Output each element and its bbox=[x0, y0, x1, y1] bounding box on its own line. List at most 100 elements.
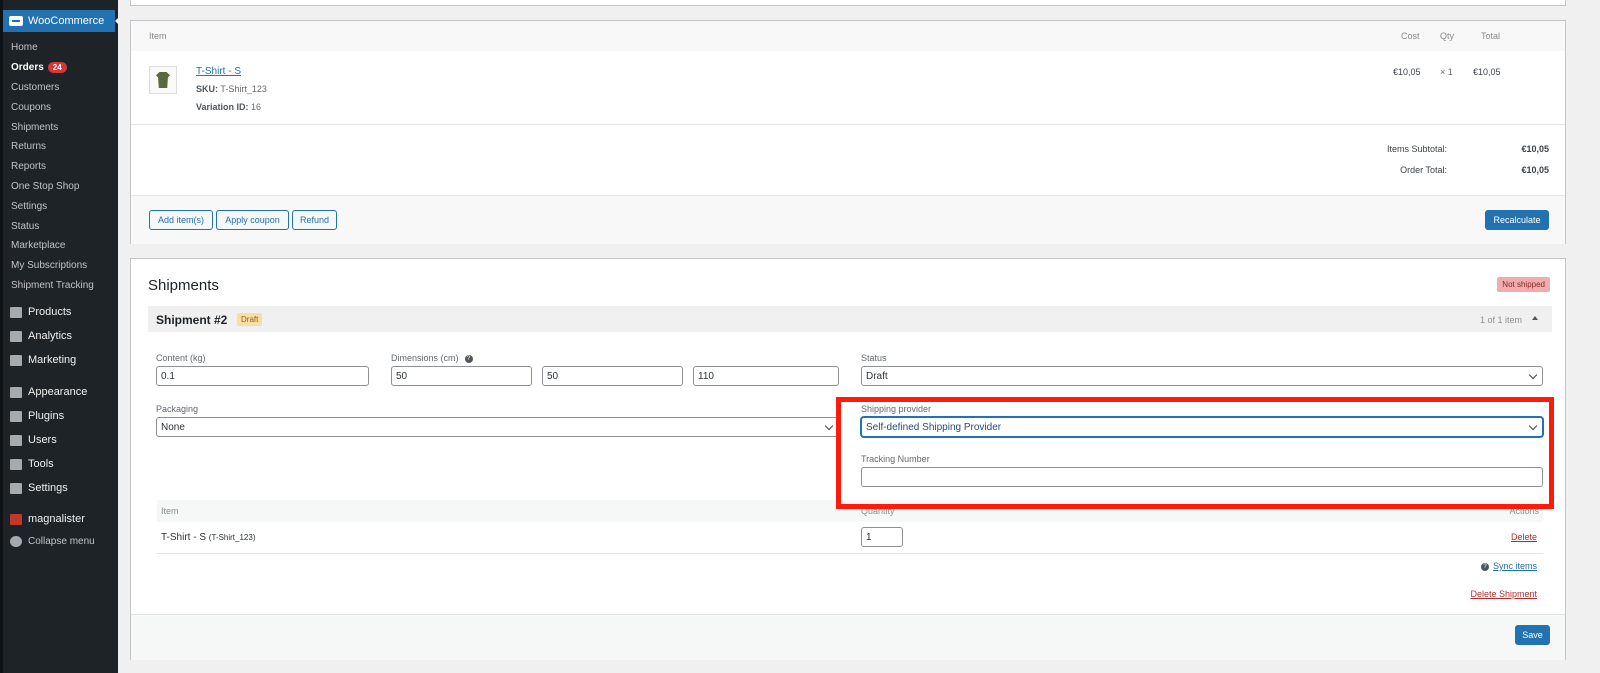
menu-label: Users bbox=[28, 434, 57, 446]
shipping-provider-label: Shipping provider bbox=[861, 404, 932, 414]
shipping-status-badge: Not shipped bbox=[1497, 277, 1550, 292]
sidebar-item-home[interactable]: Home bbox=[11, 42, 38, 53]
packaging-label: Packaging bbox=[156, 404, 199, 414]
menu-marketing[interactable]: Marketing bbox=[10, 354, 76, 366]
col-quantity: Quantity bbox=[861, 506, 895, 516]
shipment-header[interactable]: Shipment #2 Draft 1 of 1 item bbox=[148, 306, 1552, 332]
recalculate-button[interactable]: Recalculate bbox=[1485, 210, 1549, 230]
item-qty: × 1 bbox=[1440, 67, 1453, 77]
add-items-button[interactable]: Add item(s) bbox=[149, 210, 213, 230]
sidebar-item-status[interactable]: Status bbox=[11, 221, 39, 232]
sidebar-item-orders[interactable]: Orders 24 bbox=[11, 62, 67, 73]
shipment-item-sku: (T-Shirt_123) bbox=[208, 533, 256, 542]
menu-label: magnalister bbox=[28, 513, 85, 525]
shipment-item-quantity-input[interactable]: 1 bbox=[861, 527, 903, 547]
status-select[interactable]: Draft bbox=[861, 366, 1543, 386]
sku-value: T-Shirt_123 bbox=[220, 84, 267, 94]
menu-tools[interactable]: Tools bbox=[10, 458, 54, 470]
sync-items-action[interactable]: ? Sync items bbox=[1480, 561, 1537, 571]
sidebar-edge bbox=[0, 0, 3, 673]
menu-plugins[interactable]: Plugins bbox=[10, 410, 64, 422]
dimensions-label-text: Dimensions (cm) bbox=[391, 353, 459, 363]
product-sku: SKU: T-Shirt_123 bbox=[196, 84, 267, 94]
caret-up-icon[interactable] bbox=[1532, 316, 1538, 320]
menu-label: Marketing bbox=[28, 354, 77, 366]
menu-magnalister[interactable]: magnalister bbox=[10, 513, 85, 525]
shipments-footer: Save bbox=[131, 614, 1565, 660]
shipment-item-title: T-Shirt - S bbox=[161, 532, 207, 543]
tshirt-image bbox=[156, 72, 170, 88]
sidebar-item-reports[interactable]: Reports bbox=[11, 161, 46, 172]
order-items-panel: Item Cost Qty Total T-Shirt - S SKU: T-S… bbox=[130, 20, 1566, 244]
order-total-label: Order Total: bbox=[1400, 165, 1447, 175]
items-divider bbox=[131, 124, 1565, 125]
sidebar-item-coupons[interactable]: Coupons bbox=[11, 102, 51, 113]
sidebar-item-label: Orders bbox=[11, 62, 44, 73]
megaphone-icon bbox=[10, 354, 22, 366]
bar-chart-icon bbox=[10, 330, 22, 342]
col-item: Item bbox=[161, 506, 179, 516]
shipping-provider-select[interactable]: Self-defined Shipping Provider bbox=[861, 417, 1543, 437]
orders-count-badge: 24 bbox=[47, 62, 67, 73]
collapse-menu-button[interactable]: Collapse menu bbox=[10, 536, 95, 547]
order-total-value: €10,05 bbox=[1521, 165, 1549, 175]
wrench-icon bbox=[10, 458, 22, 470]
menu-label: Appearance bbox=[28, 386, 88, 398]
save-button[interactable]: Save bbox=[1515, 625, 1550, 645]
col-total: Total bbox=[1481, 31, 1501, 41]
sidebar-item-my-subscriptions[interactable]: My Subscriptions bbox=[11, 260, 87, 271]
tracking-number-input[interactable] bbox=[861, 467, 1543, 487]
sku-label: SKU: bbox=[196, 84, 218, 94]
help-icon: ? bbox=[1480, 562, 1489, 571]
col-item: Item bbox=[149, 31, 167, 41]
col-actions: Actions bbox=[1509, 506, 1539, 516]
tracking-number-label: Tracking Number bbox=[861, 454, 930, 464]
menu-label: Plugins bbox=[28, 410, 65, 422]
items-actions-bar: Add item(s) Apply coupon Refund Recalcul… bbox=[131, 195, 1565, 244]
magnalister-icon bbox=[10, 513, 22, 525]
product-thumbnail[interactable] bbox=[149, 66, 177, 94]
content-weight-input[interactable]: 0.1 bbox=[156, 366, 369, 386]
archive-icon bbox=[10, 306, 22, 318]
sidebar-item-shipment-tracking[interactable]: Shipment Tracking bbox=[11, 280, 94, 291]
apply-coupon-button[interactable]: Apply coupon bbox=[216, 210, 289, 230]
variation-value: 16 bbox=[251, 102, 262, 112]
content-weight-label: Content (kg) bbox=[156, 353, 206, 363]
sidebar-item-returns[interactable]: Returns bbox=[11, 141, 46, 152]
dimension-height-input[interactable]: 110 bbox=[693, 366, 839, 386]
menu-appearance[interactable]: Appearance bbox=[10, 386, 87, 398]
plugin-icon bbox=[10, 410, 22, 422]
menu-settings[interactable]: Settings bbox=[10, 482, 68, 494]
shipment-item-count: 1 of 1 item bbox=[1479, 315, 1522, 325]
paintbrush-icon bbox=[10, 386, 22, 398]
menu-label: Settings bbox=[28, 482, 68, 494]
user-icon bbox=[10, 434, 22, 446]
sidebar-item-customers[interactable]: Customers bbox=[11, 82, 59, 93]
sidebar-item-marketplace[interactable]: Marketplace bbox=[11, 240, 65, 251]
sync-items-link[interactable]: Sync items bbox=[1493, 561, 1537, 571]
packaging-select[interactable]: None bbox=[156, 417, 839, 437]
sidebar-item-shipments[interactable]: Shipments bbox=[11, 122, 58, 133]
delete-item-link[interactable]: Delete bbox=[1511, 532, 1537, 542]
menu-users[interactable]: Users bbox=[10, 434, 57, 446]
menu-products[interactable]: Products bbox=[10, 306, 71, 318]
help-icon[interactable]: ? bbox=[464, 354, 473, 363]
sidebar-item-settings[interactable]: Settings bbox=[11, 201, 47, 212]
items-subtotal-value: €10,05 bbox=[1521, 144, 1549, 154]
dimension-length-input[interactable]: 50 bbox=[391, 366, 532, 386]
product-name-link[interactable]: T-Shirt - S bbox=[196, 66, 241, 77]
variation-label: Variation ID: bbox=[196, 102, 249, 112]
sidebar-item-one-stop-shop[interactable]: One Stop Shop bbox=[11, 181, 79, 192]
shipment-name: Shipment #2 bbox=[156, 313, 228, 327]
shipment-items-header: Item Quantity Actions bbox=[157, 500, 1543, 522]
delete-shipment-link[interactable]: Delete Shipment bbox=[1470, 589, 1537, 599]
settings-icon bbox=[10, 482, 22, 494]
woocommerce-menu-header[interactable]: WooCommerce bbox=[3, 10, 121, 32]
dimension-width-input[interactable]: 50 bbox=[542, 366, 683, 386]
item-cost: €10,05 bbox=[1393, 67, 1421, 77]
menu-analytics[interactable]: Analytics bbox=[10, 330, 72, 342]
col-cost: Cost bbox=[1401, 31, 1420, 41]
refund-button[interactable]: Refund bbox=[292, 210, 337, 230]
menu-label: Products bbox=[28, 306, 72, 318]
menu-label: Analytics bbox=[28, 330, 73, 342]
